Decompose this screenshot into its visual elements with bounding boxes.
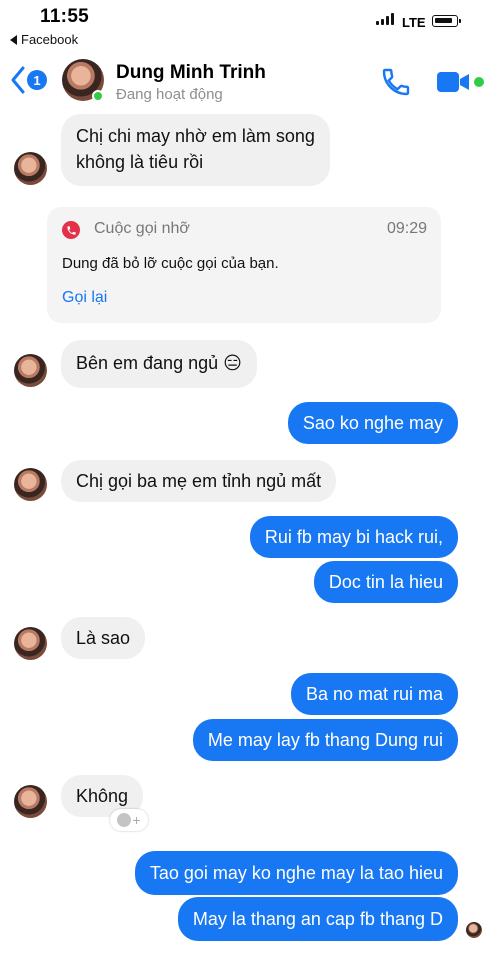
incoming-message[interactable]: Chị chi may nhờ em làm song không là tiê… [61,114,330,186]
sender-avatar[interactable] [14,354,47,387]
sender-avatar[interactable] [14,785,47,818]
missed-call-card[interactable]: Cuộc gọi nhỡ 09:29 Dung đã bỏ lỡ cuộc gọ… [47,207,441,323]
contact-name[interactable]: Dung Minh Trinh [116,62,266,84]
sender-avatar[interactable] [14,468,47,501]
incoming-message[interactable]: Chị gọi ba mẹ em tỉnh ngủ mất [61,460,337,502]
outgoing-message[interactable]: May la thang an cap fb thang D [177,897,458,941]
phone-icon [382,68,410,96]
contact-status: Đang hoạt động [116,86,223,103]
unread-count-badge: 1 [27,70,47,90]
network-label: LTE [402,15,426,30]
sender-avatar[interactable] [14,627,47,660]
chevron-left-icon [11,66,25,94]
status-bar: 11:55 Facebook LTE [0,0,488,52]
back-app-label: Facebook [21,32,79,47]
plus-icon: + [132,812,141,828]
smiley-icon [117,813,132,827]
outgoing-message[interactable]: Rui fb may bi hack rui, [249,516,458,558]
message-text-line: Chị chi may nhờ em làm song [76,126,315,146]
back-triangle-icon [10,34,17,45]
call-back-link[interactable]: Gọi lại [62,289,107,307]
back-button[interactable]: 1 [10,66,47,94]
outgoing-message[interactable]: Sao ko nghe may [287,402,458,444]
video-active-dot [474,77,484,87]
battery-icon [432,15,461,27]
outgoing-message[interactable]: Doc tin la hieu [313,561,458,603]
chat-header: 1 Dung Minh Trinh Đang hoạt động [0,52,488,112]
signal-icon [376,13,394,25]
sender-avatar[interactable] [14,152,47,185]
add-reaction-button[interactable]: + [110,809,148,831]
active-status-dot [92,90,104,102]
video-call-button[interactable] [436,69,472,100]
voice-call-button[interactable] [380,66,412,103]
outgoing-message[interactable]: Tao goi may ko nghe may la tao hieu [134,851,458,895]
missed-call-text: Dung đã bỏ lỡ cuộc gọi của bạn. [62,255,279,272]
seen-receipt-avatar [466,922,482,938]
missed-call-time: 09:29 [386,220,427,237]
incoming-message[interactable]: Bên em đang ngủ 😑 [61,340,257,388]
message-text-line: không là tiêu rồi [76,152,204,172]
back-to-app-link[interactable]: Facebook [10,32,78,47]
status-time: 11:55 [40,6,90,27]
video-camera-icon [437,72,469,92]
missed-call-label: Cuộc gọi nhỡ [94,220,190,237]
incoming-message[interactable]: Là sao [61,617,146,659]
outgoing-message[interactable]: Ba no mat rui ma [290,673,458,715]
outgoing-message[interactable]: Me may lay fb thang Dung rui [192,719,458,761]
missed-call-icon [62,221,80,239]
